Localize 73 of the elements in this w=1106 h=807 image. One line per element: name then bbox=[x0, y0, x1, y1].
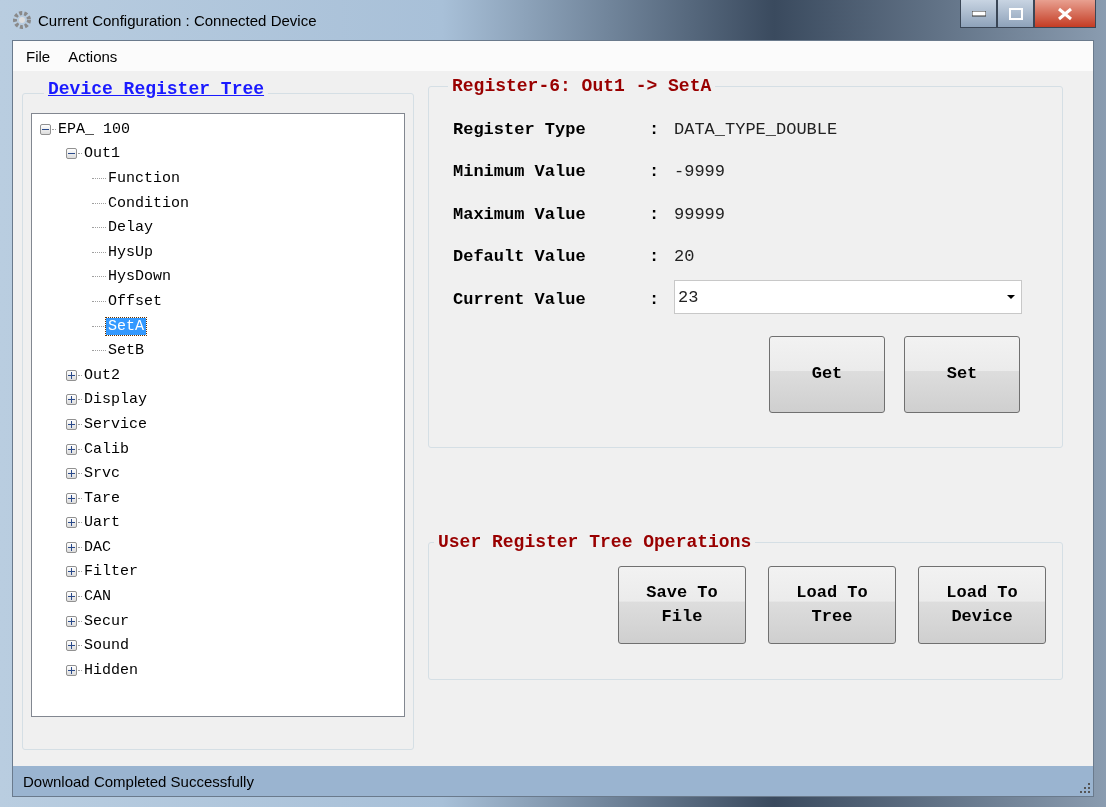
gear-icon bbox=[12, 10, 32, 30]
field-label: Current Value bbox=[453, 289, 587, 309]
collapse-icon[interactable] bbox=[66, 148, 77, 160]
separator: : bbox=[649, 162, 661, 181]
expand-icon[interactable] bbox=[66, 492, 77, 504]
resize-grip-icon[interactable] bbox=[1078, 781, 1090, 793]
expand-icon[interactable] bbox=[66, 541, 77, 553]
expand-icon[interactable] bbox=[66, 369, 77, 381]
expand-icon[interactable] bbox=[66, 443, 77, 455]
tree-node[interactable]: EPA_ 100 bbox=[56, 120, 132, 138]
expand-icon[interactable] bbox=[66, 566, 77, 578]
field-label: Register Type bbox=[453, 119, 587, 139]
maximize-button[interactable] bbox=[997, 0, 1034, 28]
status-text: Download Completed Successfully bbox=[23, 772, 254, 790]
current-value-dropdown[interactable]: 23 bbox=[674, 280, 1022, 314]
field-label: Minimum Value bbox=[453, 162, 587, 181]
menu-item[interactable]: Actions bbox=[68, 47, 118, 65]
tree-node[interactable]: HysUp bbox=[106, 243, 155, 261]
close-icon bbox=[1057, 6, 1073, 21]
tree-node[interactable]: Sound bbox=[82, 637, 131, 655]
tree-node[interactable]: Hidden bbox=[82, 661, 140, 679]
separator: : bbox=[649, 289, 661, 309]
operations-panel-title: User Register Tree Operations bbox=[434, 532, 756, 552]
tree-node[interactable]: Offset bbox=[106, 292, 164, 310]
tree-node[interactable]: Out1 bbox=[82, 145, 122, 163]
field-value: DATA_TYPE_DOUBLE bbox=[674, 119, 838, 139]
tree-node[interactable]: Srvc bbox=[82, 465, 122, 483]
expand-icon[interactable] bbox=[66, 591, 77, 603]
expand-icon[interactable] bbox=[66, 517, 77, 529]
menu-item[interactable]: File bbox=[26, 47, 51, 65]
operation-button[interactable]: Save To File bbox=[618, 566, 746, 644]
register-button[interactable]: Get bbox=[769, 335, 885, 413]
tree-node[interactable]: Tare bbox=[82, 489, 122, 507]
minimize-button[interactable] bbox=[960, 0, 997, 28]
tree-node[interactable]: Function bbox=[106, 170, 182, 187]
field-value: 20 bbox=[674, 247, 695, 266]
close-button[interactable] bbox=[1034, 0, 1096, 28]
separator: : bbox=[649, 204, 661, 224]
tree-node[interactable]: Uart bbox=[82, 514, 122, 532]
expand-icon[interactable] bbox=[66, 664, 77, 676]
tree-node[interactable]: Secur bbox=[82, 612, 131, 630]
tree-node[interactable]: DAC bbox=[82, 538, 113, 556]
caret-icon bbox=[1007, 295, 1015, 299]
operation-button[interactable]: Load To Tree bbox=[768, 566, 896, 644]
tree-node[interactable]: Out2 bbox=[82, 366, 122, 384]
register-panel-title: Register-6: Out1 -> SetA bbox=[448, 76, 716, 96]
tree-node[interactable]: SetB bbox=[106, 342, 146, 360]
expand-icon[interactable] bbox=[66, 468, 77, 480]
tree-node[interactable]: Calib bbox=[82, 440, 131, 458]
register-button[interactable]: Set bbox=[904, 335, 1020, 413]
expand-icon[interactable] bbox=[66, 615, 77, 627]
maximize-icon bbox=[1008, 7, 1023, 20]
field-label: Default Value bbox=[453, 247, 587, 266]
operation-button[interactable]: Load To Device bbox=[918, 566, 1046, 644]
collapse-icon[interactable] bbox=[40, 123, 51, 135]
field-value: -9999 bbox=[674, 162, 725, 181]
expand-icon[interactable] bbox=[66, 640, 77, 652]
separator: : bbox=[649, 247, 661, 266]
tree-node[interactable]: HysDown bbox=[106, 268, 173, 286]
expand-icon[interactable] bbox=[66, 418, 77, 430]
tree-node[interactable]: CAN bbox=[82, 588, 113, 606]
field-value: 99999 bbox=[674, 204, 725, 224]
tree-node[interactable]: Delay bbox=[106, 219, 155, 237]
window-title: Current Configuration : Connected Device bbox=[38, 11, 317, 29]
tree-node[interactable]: Condition bbox=[106, 194, 191, 212]
tree-panel-title: Device Register Tree bbox=[44, 79, 269, 99]
tree-node[interactable]: Filter bbox=[82, 563, 140, 581]
field-label: Maximum Value bbox=[453, 204, 587, 224]
expand-icon[interactable] bbox=[66, 394, 77, 406]
minimize-icon bbox=[971, 10, 986, 17]
separator: : bbox=[649, 119, 661, 139]
tree-node[interactable]: Display bbox=[82, 391, 149, 409]
tree-node[interactable]: Service bbox=[82, 415, 149, 433]
